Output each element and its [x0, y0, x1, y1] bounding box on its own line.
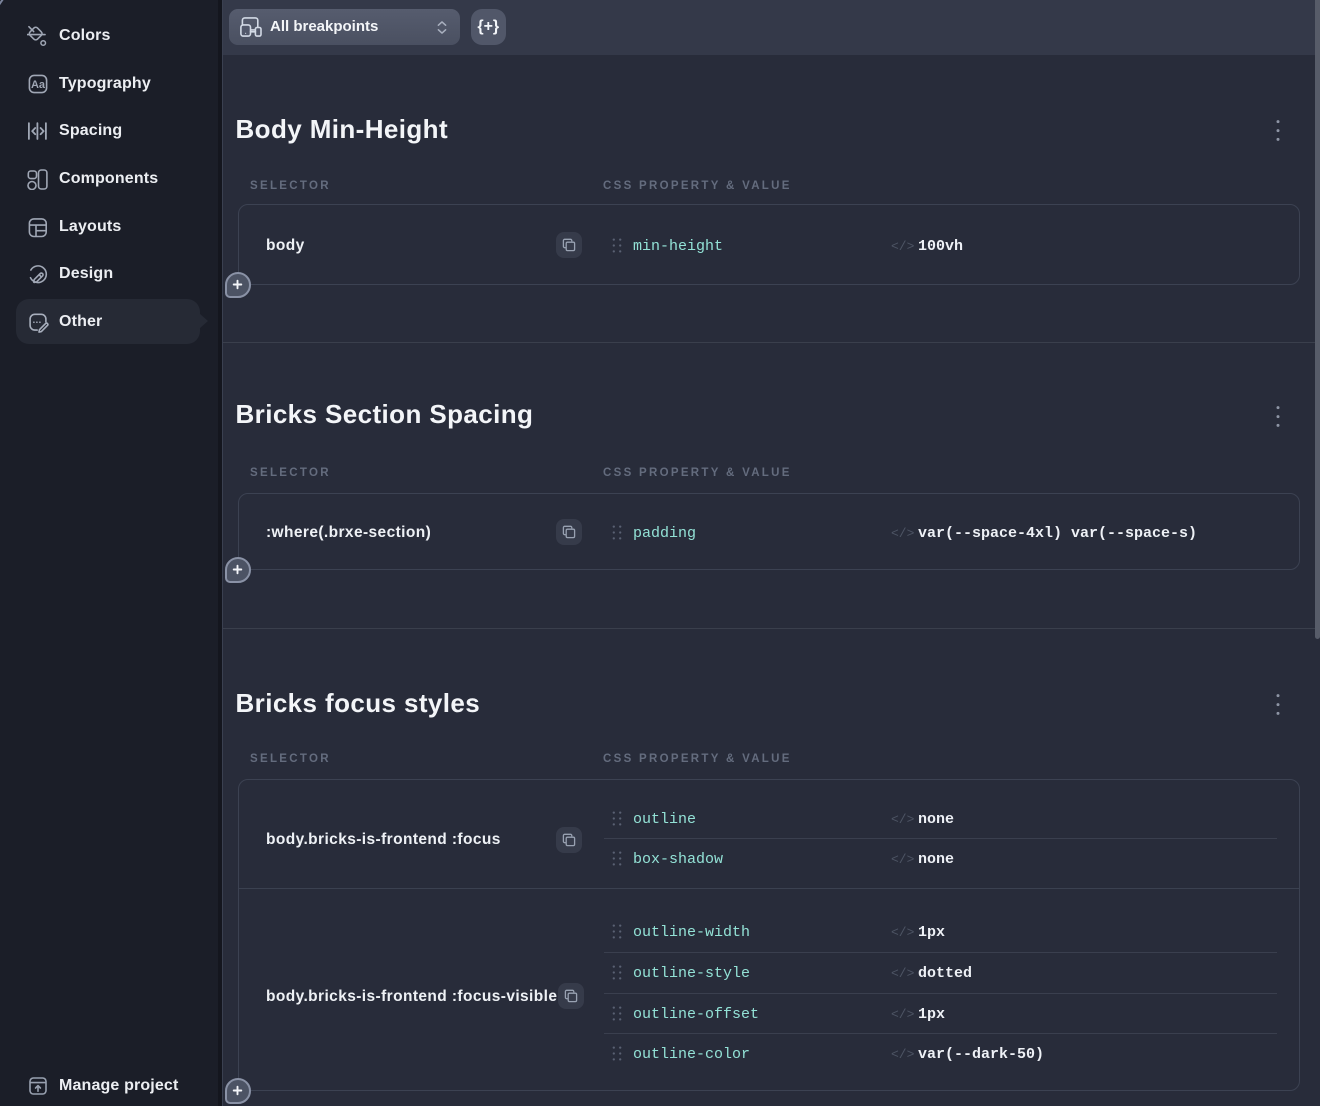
svg-text:Aa: Aa [30, 79, 45, 91]
